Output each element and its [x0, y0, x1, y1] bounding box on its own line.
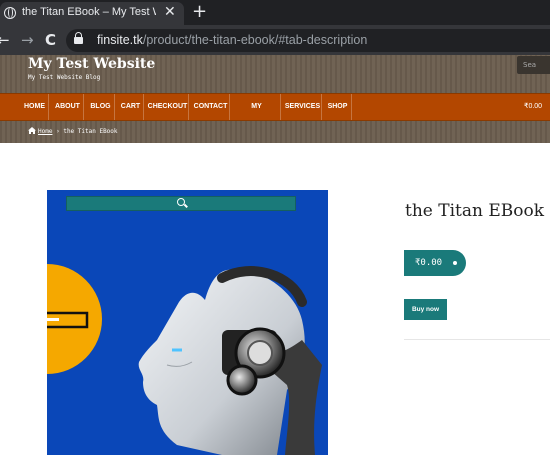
product-image[interactable]: [47, 190, 328, 455]
new-tab-icon[interactable]: +: [192, 1, 207, 23]
divider: [404, 339, 550, 340]
breadcrumb: Home › the Titan EBook: [0, 121, 550, 143]
browser-tab-strip: the Titan EBook – My Test Website ✕ +: [0, 0, 550, 25]
tab-close-icon[interactable]: ✕: [164, 2, 176, 23]
tab-title: the Titan EBook – My Test Website: [22, 6, 156, 18]
home-icon: [28, 127, 36, 134]
url-text[interactable]: finsite.tk/product/the-titan-ebook/#tab-…: [97, 29, 367, 52]
nav-item-checkout[interactable]: CHECKOUT: [147, 94, 189, 120]
reload-icon[interactable]: C: [45, 25, 56, 55]
forward-icon[interactable]: →: [21, 25, 34, 55]
breadcrumb-current: the Titan EBook: [63, 128, 118, 135]
site-tagline: My Test Website Blog: [28, 74, 101, 81]
main-navigation: HOME ABOUT BLOG CART CHECKOUT CONTACT MY…: [0, 93, 550, 136]
breadcrumb-separator: ›: [56, 128, 60, 135]
nav-item-services[interactable]: SERVICES: [284, 94, 322, 120]
globe-icon: [4, 7, 16, 19]
product-title: the Titan EBook: [405, 201, 545, 221]
robot-head-illustration: [47, 264, 322, 455]
search-placeholder: Sea: [523, 61, 537, 69]
zoom-magnifier-icon[interactable]: [177, 198, 185, 206]
header-cart-total[interactable]: ₹0.00: [524, 94, 542, 120]
breadcrumb-trail: Home › the Titan EBook: [28, 121, 118, 143]
nav-item-contact[interactable]: CONTACT: [192, 94, 230, 120]
price-dot-icon: [453, 261, 457, 265]
price-badge: ₹0.00: [404, 250, 466, 276]
site-header: My Test Website My Test Website Blog Sea: [0, 55, 550, 93]
url-path: /product/the-titan-ebook/#tab-descriptio…: [142, 33, 368, 47]
browser-tab[interactable]: the Titan EBook – My Test Website ✕: [0, 2, 184, 25]
price-value: ₹0.00: [415, 258, 443, 268]
browser-toolbar: ← → C finsite.tk/product/the-titan-ebook…: [0, 25, 550, 55]
nav-item-home[interactable]: HOME: [21, 94, 49, 120]
lock-icon[interactable]: [74, 32, 83, 45]
nav-item-about[interactable]: ABOUT: [52, 94, 84, 120]
address-bar[interactable]: finsite.tk/product/the-titan-ebook/#tab-…: [66, 29, 550, 52]
nav-item-blog[interactable]: BLOG: [87, 94, 115, 120]
nav-item-shop[interactable]: SHOP: [324, 94, 352, 120]
nav-item-my-account[interactable]: MY ACCOUNT: [233, 94, 281, 136]
back-icon[interactable]: ←: [0, 25, 10, 55]
product-content: the Titan EBook ₹0.00 Buy now: [0, 143, 550, 455]
breadcrumb-home-link[interactable]: Home: [38, 128, 52, 135]
zoom-bar[interactable]: [66, 196, 296, 211]
url-host: finsite.tk: [97, 33, 143, 47]
buy-now-button[interactable]: Buy now: [404, 299, 447, 320]
site-title[interactable]: My Test Website: [28, 56, 155, 72]
nav-item-cart[interactable]: CART: [118, 94, 144, 120]
search-input[interactable]: Sea: [517, 56, 550, 74]
